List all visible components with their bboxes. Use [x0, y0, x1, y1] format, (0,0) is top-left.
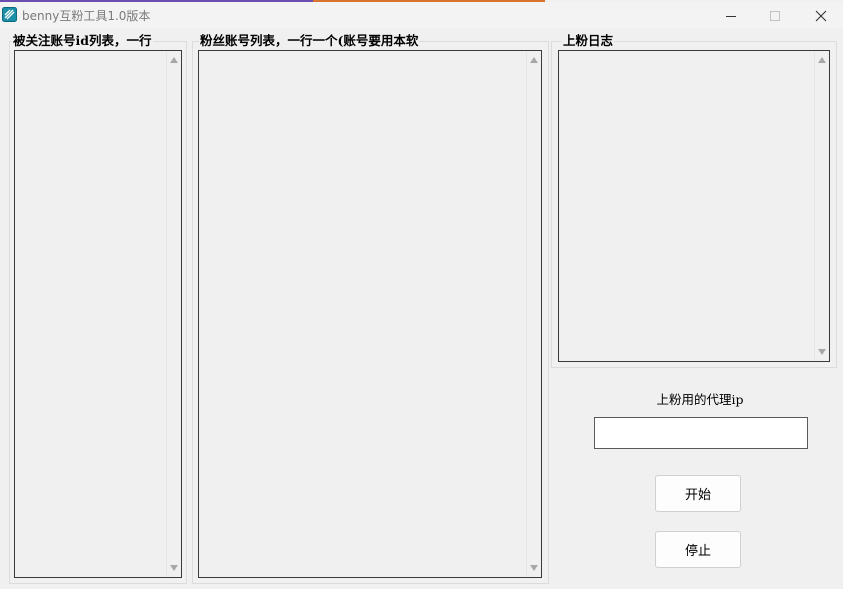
maximize-icon [769, 10, 781, 22]
minimize-icon [725, 10, 737, 22]
log-textarea[interactable] [558, 50, 830, 362]
proxy-label: 上粉用的代理ip [656, 392, 744, 407]
app-window: benny互粉工具1.0版本 被关注账号id列表，一行 粉丝账号列表，一行一个(… [0, 0, 843, 589]
followed-ids-textarea[interactable] [14, 50, 182, 578]
title-bar[interactable]: benny互粉工具1.0版本 [0, 2, 843, 28]
start-button[interactable]: 开始 [655, 475, 741, 512]
maximize-button[interactable] [755, 4, 795, 28]
scroll-up-arrow-icon[interactable] [170, 57, 178, 63]
fan-accounts-group-title: 粉丝账号列表，一行一个(账号要用本软 [199, 33, 420, 49]
scroll-down-arrow-icon[interactable] [170, 565, 178, 571]
window-title: benny互粉工具1.0版本 [22, 9, 151, 23]
close-icon [815, 10, 827, 22]
scroll-down-arrow-icon[interactable] [818, 349, 826, 355]
fan-accounts-scrollbar[interactable] [526, 51, 541, 577]
scroll-up-arrow-icon[interactable] [818, 57, 826, 63]
scroll-up-arrow-icon[interactable] [530, 57, 538, 63]
log-scrollbar[interactable] [814, 51, 829, 361]
close-button[interactable] [801, 4, 841, 28]
app-logo-icon [2, 7, 17, 22]
stop-button[interactable]: 停止 [655, 531, 741, 568]
fan-accounts-textarea[interactable] [198, 50, 542, 578]
log-group-title: 上粉日志 [562, 33, 615, 49]
minimize-button[interactable] [711, 4, 751, 28]
proxy-ip-input[interactable] [594, 417, 808, 449]
followed-ids-scrollbar[interactable] [166, 51, 181, 577]
followed-ids-group-title: 被关注账号id列表，一行 [12, 33, 153, 49]
scroll-down-arrow-icon[interactable] [530, 565, 538, 571]
